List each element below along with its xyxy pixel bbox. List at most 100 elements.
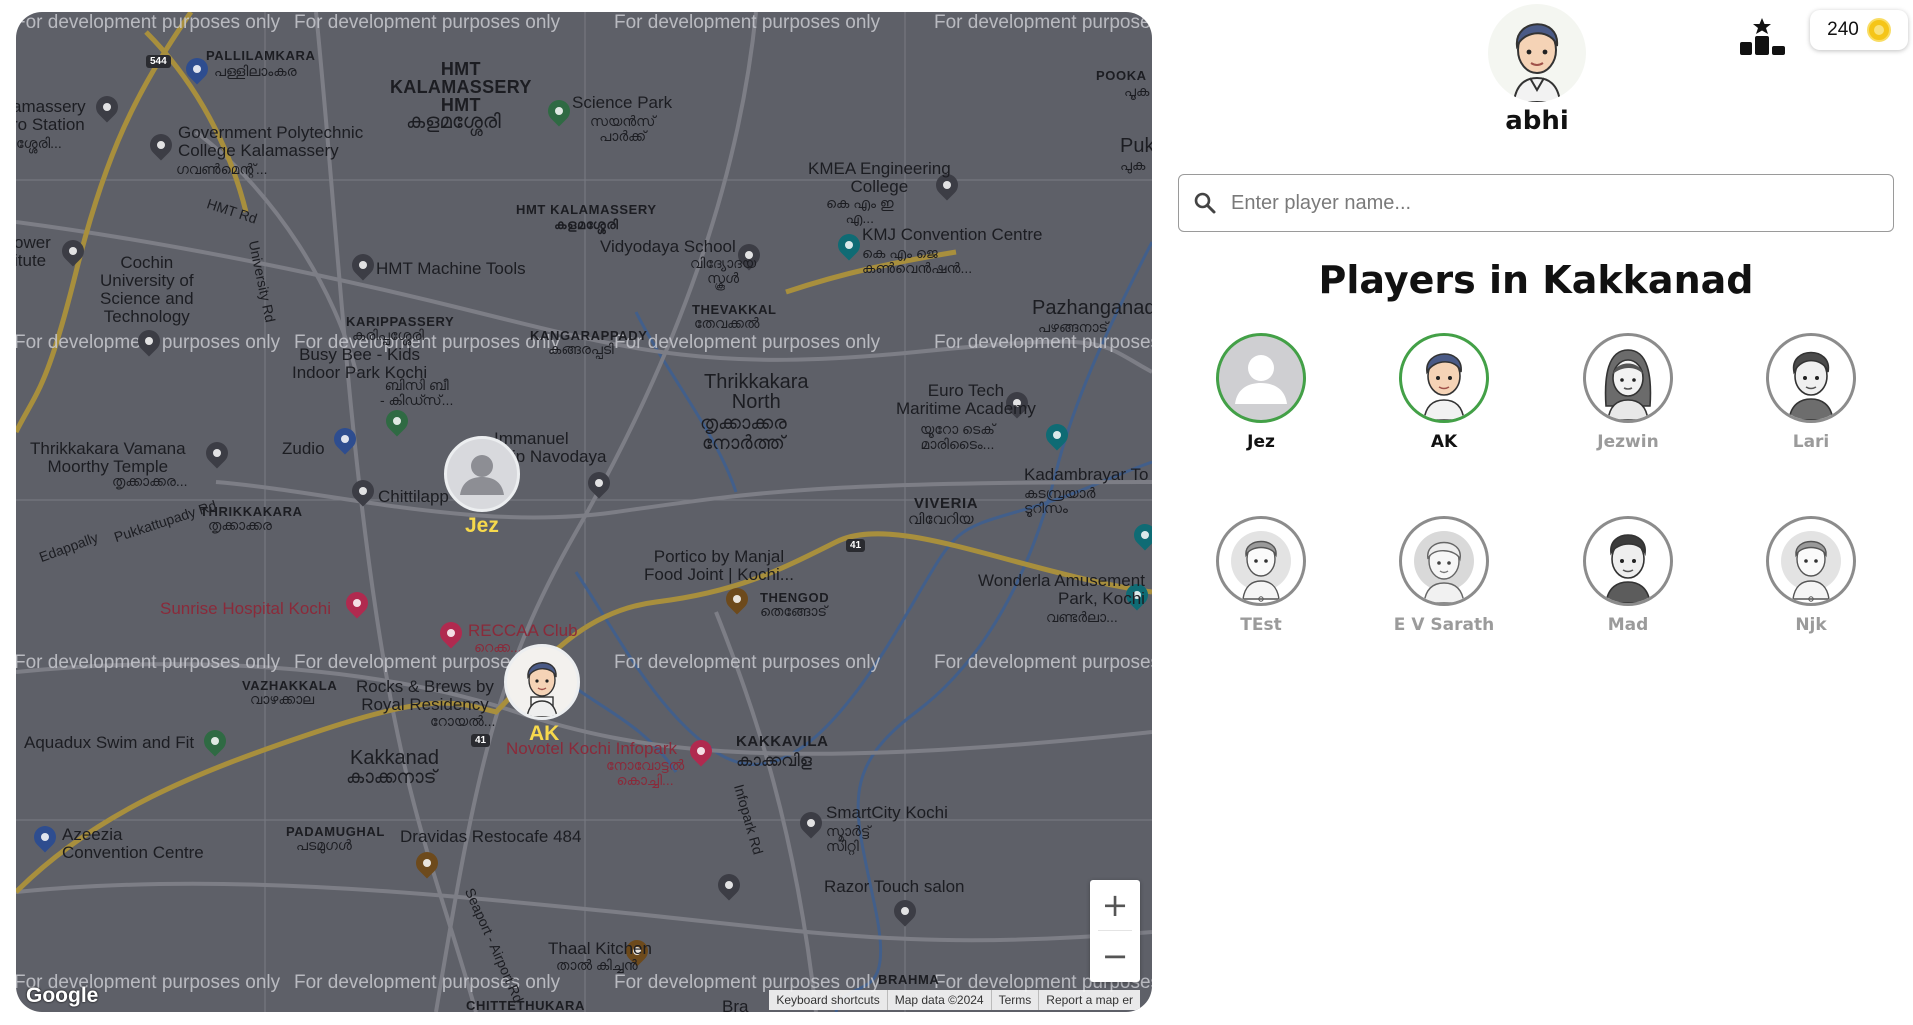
map-label: ower itute <box>16 233 51 270</box>
map-label: BRAHMA <box>878 972 940 987</box>
players-heading: Players in Kakkanad <box>1318 258 1754 302</box>
map-label: PALLILAMKARA <box>206 48 316 63</box>
map-label: കളമശ്ശേരി <box>406 111 501 133</box>
woman-avatar-icon <box>1604 349 1652 420</box>
map-label: Sunrise Hospital Kochi <box>160 599 332 618</box>
map-label: RECCAA Club <box>468 621 578 640</box>
map-label: നോവോട്ടൽ കൊച്ചി... <box>606 757 685 788</box>
map-label: ഗവൺമെന്റ്... <box>176 161 268 177</box>
map-watermark: For development purposes only <box>294 12 561 33</box>
map-label: ബിസി ബീ - കിഡ്സ്... <box>380 377 454 408</box>
map-label: Science Park <box>572 93 673 112</box>
player-avatar <box>1766 516 1856 606</box>
player-name: TEst <box>1240 615 1282 635</box>
road-shield: 41 <box>471 734 491 747</box>
zoom-in-button[interactable]: + <box>1090 880 1140 930</box>
player-card-jez[interactable]: Jez <box>1196 333 1326 452</box>
map-label: Zudio <box>282 439 325 458</box>
map-data-text: Map data ©2024 <box>888 990 992 1010</box>
player-card-mad[interactable]: Mad <box>1563 516 1693 635</box>
user-avatar[interactable] <box>1488 4 1586 102</box>
map-label: ശ്ശേരി... <box>16 135 62 151</box>
map-label: Puk <box>1120 135 1152 157</box>
player-card-test[interactable]: TEst <box>1196 516 1326 635</box>
player-name: E V Sarath <box>1393 615 1495 635</box>
man-avatar-icon <box>526 662 558 717</box>
google-logo: Google <box>26 984 99 1007</box>
map-watermark: For development purposes only <box>614 332 881 353</box>
map-watermark: For development purposes only <box>614 652 881 673</box>
map-label: Thrikkakara Vamana Moorthy Temple <box>30 439 186 476</box>
map-watermark: For development purposes only <box>614 12 881 33</box>
search-icon <box>1194 192 1216 214</box>
map-label: കാക്കനാട് <box>346 767 437 788</box>
map-label: Portico by Manjal Food Joint | Kochi... <box>644 547 794 584</box>
player-card-e-v-sarath[interactable]: E V Sarath <box>1379 516 1509 635</box>
map-label: താൽ കിച്ചൻ <box>556 957 638 973</box>
map-label: SmartCity Kochi <box>826 803 948 822</box>
man-avatar-icon <box>1231 531 1291 602</box>
player-card-jezwin[interactable]: Jezwin <box>1563 333 1693 452</box>
man-avatar-icon <box>1788 351 1834 420</box>
player-name: Lari <box>1792 432 1830 452</box>
map-label: പുക <box>1120 157 1146 173</box>
map-label: Thrikkakara North <box>704 371 809 413</box>
player-marker-name: AK <box>529 722 560 745</box>
player-avatar <box>1766 333 1856 423</box>
map-label: കങ്ങരപ്പടി <box>548 341 614 357</box>
map-label: Aquadux Swim and Fit <box>24 733 195 752</box>
map-label: Euro Tech Maritime Academy <box>896 381 1036 418</box>
default-person-icon <box>460 455 504 495</box>
map-attribution: Keyboard shortcuts Map data ©2024 Terms … <box>769 990 1140 1010</box>
player-card-ak[interactable]: AK <box>1379 333 1509 452</box>
player-marker-name: Jez <box>465 514 499 537</box>
map-label: Dravidas Restocafe 484 <box>400 827 582 846</box>
map-label: പള്ളിലാംകര <box>214 63 297 79</box>
man-avatar-icon <box>1605 534 1651 603</box>
player-avatar <box>1583 516 1673 606</box>
map-label: HMT KALAMASSERY HMT <box>390 59 532 115</box>
player-avatar <box>1399 516 1489 606</box>
player-avatar <box>1216 333 1306 423</box>
player-avatar <box>1399 333 1489 423</box>
map-label: സ്മാർട്ട് സിറ്റി <box>826 823 871 854</box>
map-label: Wonderla Amusement Park, Kochi <box>978 571 1145 608</box>
player-marker-jez[interactable] <box>444 436 520 512</box>
user-avatar-icon <box>1512 23 1562 102</box>
map-label: Vidyodaya School <box>600 237 736 256</box>
map-watermark: For development purposes only <box>16 12 281 33</box>
map-label: റോയൽ... <box>430 713 496 729</box>
terms-link[interactable]: Terms <box>992 990 1040 1010</box>
keyboard-shortcuts-link[interactable]: Keyboard shortcuts <box>769 990 888 1010</box>
player-card-lari[interactable]: Lari <box>1746 333 1876 452</box>
map-label: തേവക്കൽ <box>694 315 760 331</box>
player-avatar <box>1216 516 1306 606</box>
leaderboard-button[interactable] <box>1738 18 1788 56</box>
zoom-out-button[interactable]: − <box>1090 931 1140 981</box>
coin-balance[interactable]: 240 <box>1810 10 1908 50</box>
map-label: Cochin University of Science and Technol… <box>100 253 194 326</box>
man-avatar-icon <box>1423 353 1465 420</box>
map-label: കരിപ്പശ്ശേരി <box>352 327 424 343</box>
man-avatar-icon <box>1781 531 1841 602</box>
map-label: കെ എം ഇ എ... <box>826 195 894 226</box>
map-label: വണ്ടർലാ... <box>1046 609 1118 625</box>
player-avatar <box>1583 333 1673 423</box>
player-card-njk[interactable]: Njk <box>1746 516 1876 635</box>
road-shield: 544 <box>146 55 171 68</box>
map-label: Kakkanad <box>350 747 439 769</box>
player-search <box>1178 174 1894 232</box>
map-label: Rocks & Brews by Royal Residency <box>356 677 494 714</box>
map-label: KMEA Engineering College <box>808 159 951 196</box>
map-label: പടമുഗൾ <box>296 837 352 853</box>
player-search-input[interactable] <box>1229 190 1873 216</box>
map-view[interactable]: For development purposes only For develo… <box>16 12 1152 1012</box>
report-error-link[interactable]: Report a map er <box>1039 990 1140 1010</box>
player-marker-ak[interactable] <box>504 644 580 720</box>
road-shield: 41 <box>846 539 866 552</box>
map-label: വാഴക്കാല <box>250 691 315 707</box>
map-label: amassery ro Station <box>16 97 86 134</box>
map-label: CHITTETHUKARA <box>466 998 586 1012</box>
map-label: POOKA <box>1096 68 1147 83</box>
default-person-icon <box>1235 355 1287 404</box>
